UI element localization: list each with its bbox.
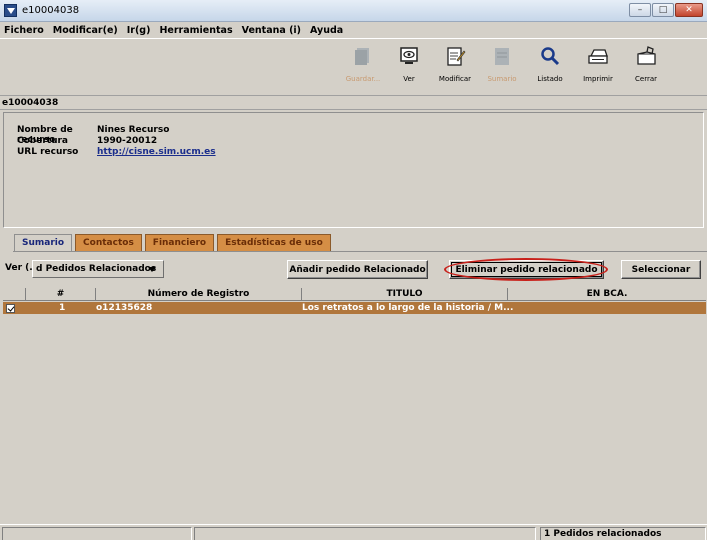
status-cell-middle <box>194 527 536 540</box>
menu-herramientas[interactable]: Herramientas <box>159 25 232 36</box>
cobertura-value: 1990-20012 <box>97 136 158 146</box>
status-related-count: 1 Pedidos relacionados <box>540 527 706 540</box>
guardar-button[interactable]: Guardar... <box>343 43 383 93</box>
guardar-label: Guardar... <box>345 75 381 83</box>
ver-button[interactable]: Ver <box>389 43 429 93</box>
sumario-button[interactable]: Sumario <box>482 43 522 93</box>
search-icon <box>537 43 563 69</box>
cerrar-label: Cerrar <box>635 75 657 83</box>
dropdown-arrow-icon <box>148 267 156 272</box>
row-registro: o12135628 <box>96 303 153 313</box>
sumario-label: Sumario <box>487 75 517 83</box>
view-select[interactable]: d Pedidos Relacionados <box>32 260 164 278</box>
save-icon <box>350 43 376 69</box>
edit-icon <box>442 43 468 69</box>
url-row: URL recurso http://cisne.sim.ucm.es <box>17 147 216 157</box>
cerrar-button[interactable]: Cerrar <box>626 43 666 93</box>
row-checkbox[interactable] <box>6 304 15 313</box>
close-door-icon <box>633 43 659 69</box>
app-icon <box>4 4 17 17</box>
table-header: # Número de Registro TITULO EN BCA. <box>3 288 706 301</box>
resource-info-panel: Nombre de recurso Nines Recurso Cobertur… <box>3 112 704 228</box>
imprimir-label: Imprimir <box>583 75 613 83</box>
col-registro-header[interactable]: Número de Registro <box>95 288 301 301</box>
related-orders-table: # Número de Registro TITULO EN BCA. 1 o1… <box>3 288 706 518</box>
minimize-button[interactable]: – <box>629 3 651 17</box>
row-num: 1 <box>59 303 66 313</box>
maximize-button[interactable]: □ <box>652 3 674 17</box>
menu-ir[interactable]: Ir(g) <box>127 25 151 36</box>
tab-estadisticas[interactable]: Estadísticas de uso <box>217 234 331 251</box>
tab-contactos[interactable]: Contactos <box>75 234 142 251</box>
view-icon <box>396 43 422 69</box>
tab-sumario[interactable]: Sumario <box>14 234 73 252</box>
imprimir-button[interactable]: Imprimir <box>578 43 618 93</box>
status-cell-left <box>2 527 192 540</box>
tab-divider <box>13 251 707 252</box>
menu-ventana[interactable]: Ventana (i) <box>242 25 301 36</box>
tab-financiero[interactable]: Financiero <box>144 234 215 251</box>
menu-fichero[interactable]: Fichero <box>4 25 44 36</box>
action-row: Ver (... d Pedidos Relacionados Añadir p… <box>0 258 707 281</box>
printer-icon <box>585 43 611 69</box>
remove-related-order-button[interactable]: Eliminar pedido relacionado <box>449 260 604 279</box>
record-id-bar: e10004038 <box>0 97 707 110</box>
modificar-button[interactable]: Modificar <box>435 43 475 93</box>
add-related-order-button[interactable]: Añadir pedido Relacionado <box>287 260 428 279</box>
table-row[interactable]: 1 o12135628 Los retratos a lo largo de l… <box>3 302 706 314</box>
cobertura-row: Cobertura 1990-20012 <box>17 136 157 146</box>
status-bar: 1 Pedidos relacionados <box>0 524 707 540</box>
window-title: e10004038 <box>22 5 80 16</box>
ver-label: Ver <box>403 75 415 83</box>
col-titulo-header[interactable]: TITULO <box>301 288 507 301</box>
url-link[interactable]: http://cisne.sim.ucm.es <box>97 147 216 157</box>
listado-label: Listado <box>537 75 563 83</box>
modificar-label: Modificar <box>438 75 472 83</box>
window-controls: – □ ✕ <box>629 3 703 17</box>
cobertura-label: Cobertura <box>17 136 68 146</box>
col-num-header[interactable]: # <box>25 288 95 301</box>
menu-bar: Fichero Modificar(e) Ir(g) Herramientas … <box>0 22 707 38</box>
menu-modificar[interactable]: Modificar(e) <box>53 25 118 36</box>
title-bar: e10004038 – □ ✕ <box>0 0 707 22</box>
menu-ayuda[interactable]: Ayuda <box>310 25 343 36</box>
tab-strip: Sumario Contactos Financiero Estadística… <box>14 234 334 252</box>
view-select-value: d Pedidos Relacionados <box>36 264 157 274</box>
col-enbca-header[interactable]: EN BCA. <box>507 288 706 301</box>
row-titulo: Los retratos a lo largo de la historia /… <box>302 303 514 313</box>
close-window-button[interactable]: ✕ <box>675 3 703 17</box>
summary-icon <box>489 43 515 69</box>
listado-button[interactable]: Listado <box>530 43 570 93</box>
select-button[interactable]: Seleccionar <box>621 260 701 279</box>
url-label: URL recurso <box>17 147 79 157</box>
toolbar: Guardar... Ver Modificar Sumario Listado… <box>0 38 707 96</box>
